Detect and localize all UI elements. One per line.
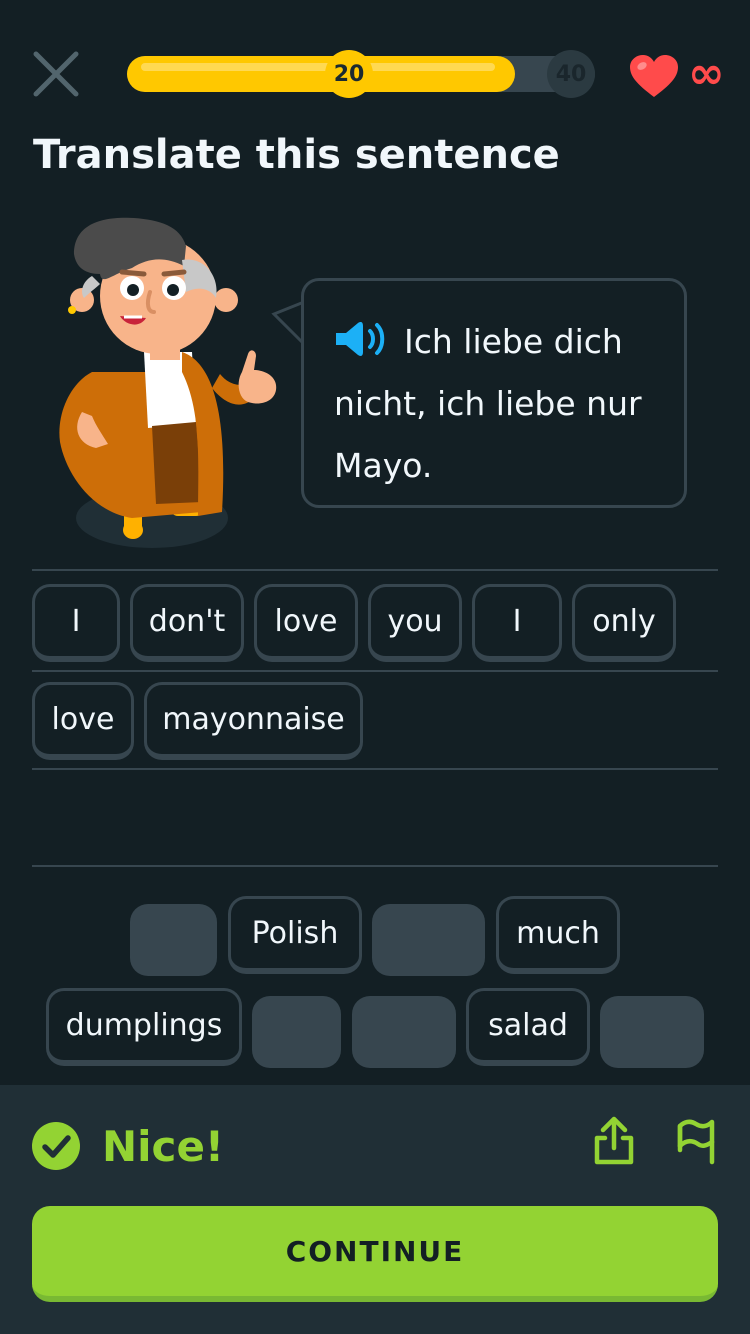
answer-chip[interactable]: you — [368, 584, 462, 662]
check-circle-icon — [32, 1122, 80, 1170]
share-icon[interactable] — [590, 1114, 638, 1168]
speech-bubble: Ich liebe dich nicht, ich liebe nur Mayo… — [301, 278, 687, 508]
progress-current-milestone: 20 — [325, 50, 373, 98]
word-bank-chip[interactable]: salad — [466, 988, 590, 1066]
feedback-text: Nice! — [102, 1121, 225, 1171]
close-icon[interactable] — [30, 48, 82, 100]
answer-chip[interactable]: I — [472, 584, 562, 662]
word-bank-empty-slot — [252, 996, 341, 1068]
word-bank-empty-slot — [352, 996, 456, 1068]
answer-line — [32, 865, 718, 867]
progress-fill — [127, 56, 515, 92]
word-bank-chip[interactable]: much — [496, 896, 620, 974]
word-bank-empty-slot — [130, 904, 217, 976]
answer-line — [32, 768, 718, 770]
answer-chip[interactable]: love — [254, 584, 358, 662]
sentence-text: Ich liebe dich nicht, ich liebe nur Mayo… — [334, 311, 658, 497]
answer-chip[interactable]: love — [32, 682, 134, 760]
answer-chip[interactable]: I — [32, 584, 120, 662]
word-bank-empty-slot — [372, 904, 485, 976]
progress-bar: 20 40 — [127, 50, 595, 98]
answer-line — [32, 569, 718, 571]
progress-goal-milestone: 40 — [547, 50, 595, 98]
flag-icon[interactable] — [672, 1114, 720, 1168]
hearts-count: ∞ — [688, 48, 725, 99]
answer-chip[interactable]: don't — [130, 584, 244, 662]
heart-icon — [630, 55, 678, 97]
page-title: Translate this sentence — [33, 132, 560, 178]
speaker-icon[interactable] — [334, 319, 386, 359]
character-illustration — [59, 217, 277, 548]
answer-line — [32, 670, 718, 672]
word-bank-chip[interactable]: Polish — [228, 896, 362, 974]
answer-chip[interactable]: mayonnaise — [144, 682, 363, 760]
progress-shine — [141, 63, 495, 71]
feedback-banner: Nice! — [32, 1120, 224, 1172]
word-bank-chip[interactable]: dumplings — [46, 988, 242, 1066]
word-bank-empty-slot — [600, 996, 704, 1068]
answer-chip[interactable]: only — [572, 584, 676, 662]
continue-button[interactable]: CONTINUE — [32, 1206, 718, 1302]
hearts-counter[interactable]: ∞ — [628, 52, 743, 100]
